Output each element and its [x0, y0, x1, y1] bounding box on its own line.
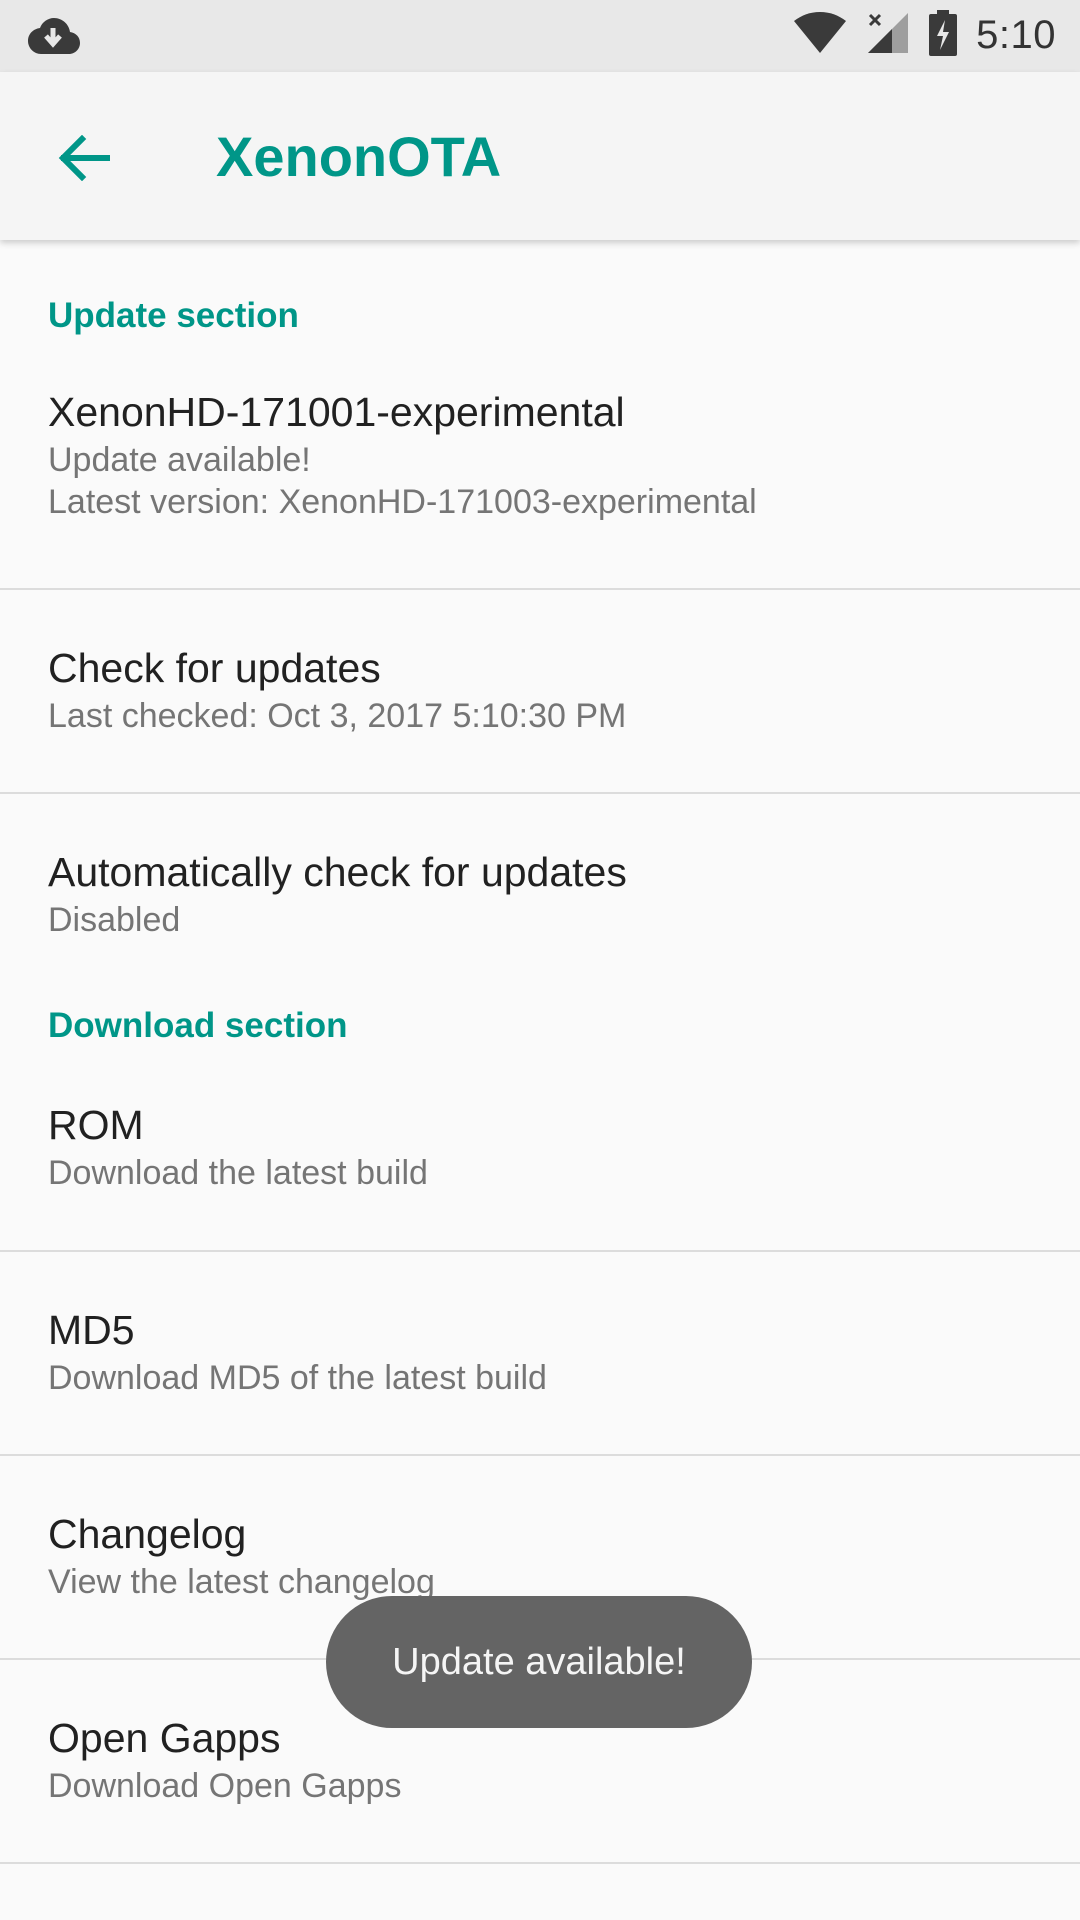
pref-summary: Update available! [48, 441, 311, 479]
status-time: 5:10 [976, 13, 1056, 57]
divider [0, 1862, 1080, 1864]
pref-title: Check for updates [48, 645, 381, 691]
section-header-update: Update section [48, 296, 299, 335]
pref-title: XenonHD-171001-experimental [48, 389, 625, 435]
pref-title: Automatically check for updates [48, 849, 627, 895]
pref-summary: Last checked: Oct 3, 2017 5:10:30 PM [48, 697, 627, 735]
download-icon [26, 16, 80, 61]
app-bar: XenonOTA [0, 72, 1080, 240]
pref-md5[interactable]: MD5 Download MD5 of the latest build [0, 1252, 1080, 1454]
back-button[interactable] [48, 122, 120, 194]
pref-summary: Download MD5 of the latest build [48, 1359, 547, 1397]
pref-rom[interactable]: ROM Download the latest build [0, 1064, 1080, 1250]
pref-summary: Download the latest build [48, 1154, 428, 1192]
signal-icon [866, 11, 910, 60]
pref-summary: Latest version: XenonHD-171003-experimen… [48, 483, 757, 521]
status-bar: 5:10 [0, 0, 1080, 72]
battery-charging-icon [928, 10, 958, 61]
pref-summary: Download Open Gapps [48, 1767, 402, 1805]
arrow-back-icon [58, 135, 110, 181]
app-title: XenonOTA [216, 125, 502, 188]
wifi-icon [792, 11, 848, 60]
pref-current-version[interactable]: XenonHD-171001-experimental Update avail… [0, 351, 1080, 588]
pref-auto-check[interactable]: Automatically check for updates Disabled [0, 794, 1080, 996]
pref-title: Changelog [48, 1511, 247, 1557]
pref-title: MD5 [48, 1307, 135, 1353]
section-header-download: Download section [48, 1006, 348, 1045]
pref-title: ROM [48, 1102, 144, 1148]
pref-summary: Disabled [48, 901, 181, 939]
pref-check-for-updates[interactable]: Check for updates Last checked: Oct 3, 2… [0, 590, 1080, 792]
toast-message: Update available! [326, 1596, 752, 1728]
